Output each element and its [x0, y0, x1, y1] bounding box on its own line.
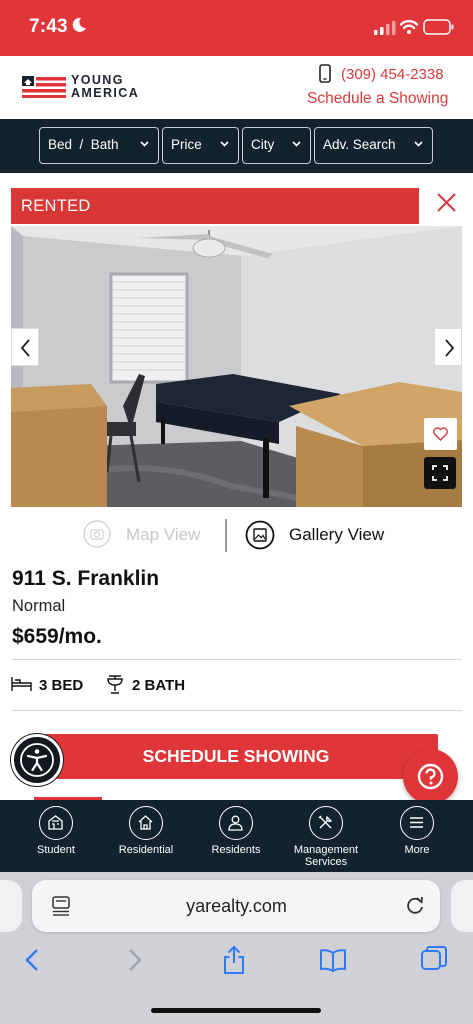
filter-price-label: Price [171, 137, 202, 152]
nav-student[interactable]: Student [11, 806, 101, 856]
nav-residential-label: Residential [118, 844, 174, 856]
moon-icon [72, 17, 86, 32]
chevron-right-icon [445, 339, 455, 357]
camera-icon[interactable] [83, 520, 111, 548]
bath-icon [107, 675, 123, 694]
prev-photo-button[interactable] [11, 328, 39, 366]
heart-icon [433, 427, 448, 441]
tools-icon [309, 806, 343, 840]
nav-more[interactable]: More [372, 806, 462, 856]
filter-bar: Bed / Bath Price City Adv. Search [0, 119, 473, 173]
share-icon[interactable] [220, 945, 248, 975]
logo-wordmark[interactable]: YOUNG AMERICA [71, 74, 139, 100]
nav-management-services[interactable]: Management Services [281, 806, 371, 868]
bath-count: 2 BATH [132, 677, 186, 694]
listing-city: Normal [12, 597, 66, 615]
next-photo-button[interactable] [434, 328, 462, 366]
map-view-toggle[interactable]: Map View [126, 525, 200, 545]
filter-adv-search[interactable]: Adv. Search [314, 127, 433, 164]
chevron-left-icon [20, 339, 30, 357]
bookmarks-icon[interactable] [319, 945, 347, 975]
nav-student-label: Student [37, 844, 75, 856]
logo-line-2: AMERICA [71, 86, 140, 100]
menu-icon [400, 806, 434, 840]
help-button[interactable] [403, 749, 458, 804]
divider [12, 659, 462, 660]
listing-address: 911 S. Franklin [12, 567, 160, 590]
divider [12, 710, 462, 711]
favorite-button[interactable] [424, 418, 457, 450]
phone-link[interactable]: (309) 454-2338 [341, 66, 444, 83]
wifi-icon [400, 19, 418, 34]
filter-price[interactable]: Price [162, 127, 239, 164]
question-icon [417, 763, 444, 790]
listing-photo[interactable] [11, 226, 462, 507]
cellular-signal-icon [374, 21, 396, 35]
back-icon[interactable] [19, 945, 47, 975]
chevron-down-icon [414, 141, 423, 147]
filter-bed-bath-label: Bed / Bath [48, 137, 119, 152]
schedule-showing-button[interactable]: SCHEDULE SHOWING [34, 734, 438, 779]
home-indicator [151, 1008, 321, 1013]
person-icon [219, 806, 253, 840]
status-badge: RENTED [11, 188, 419, 224]
accessibility-button[interactable] [11, 734, 63, 786]
view-divider [225, 519, 227, 552]
schedule-showing-link[interactable]: Schedule a Showing [307, 90, 448, 108]
expand-icon [432, 465, 448, 481]
filter-adv-search-label: Adv. Search [323, 137, 396, 152]
bed-icon [11, 677, 32, 691]
battery-icon [423, 19, 454, 35]
listing-price: $659/mo. [12, 625, 102, 648]
chevron-down-icon [220, 141, 229, 147]
home-icon [129, 806, 163, 840]
filter-city[interactable]: City [242, 127, 311, 164]
status-time: 7:43 [29, 16, 68, 37]
logo-flag-icon[interactable] [22, 76, 66, 98]
chevron-down-icon [292, 141, 301, 147]
bed-count: 3 BED [39, 677, 84, 694]
student-housing-icon [39, 806, 73, 840]
accessibility-icon [20, 743, 54, 777]
nav-management-services-label: Management Services [293, 844, 359, 868]
status-bar: 7:43 [0, 0, 473, 56]
fullscreen-button[interactable] [424, 457, 456, 489]
filter-city-label: City [251, 137, 275, 152]
nav-residents[interactable]: Residents [191, 806, 281, 856]
tabs-icon[interactable] [420, 945, 448, 975]
url-text[interactable]: yarealty.com [0, 896, 473, 917]
nav-residential[interactable]: Residential [101, 806, 191, 856]
close-icon[interactable] [431, 188, 461, 218]
nav-residents-label: Residents [211, 844, 261, 856]
phone-icon[interactable] [319, 64, 331, 83]
nav-more-label: More [404, 844, 430, 856]
chevron-down-icon [140, 141, 149, 147]
gallery-icon[interactable] [245, 520, 275, 550]
forward-icon[interactable] [120, 945, 148, 975]
filter-bed-bath[interactable]: Bed / Bath [39, 127, 159, 164]
gallery-view-toggle[interactable]: Gallery View [289, 525, 384, 545]
reload-icon[interactable] [405, 895, 425, 915]
